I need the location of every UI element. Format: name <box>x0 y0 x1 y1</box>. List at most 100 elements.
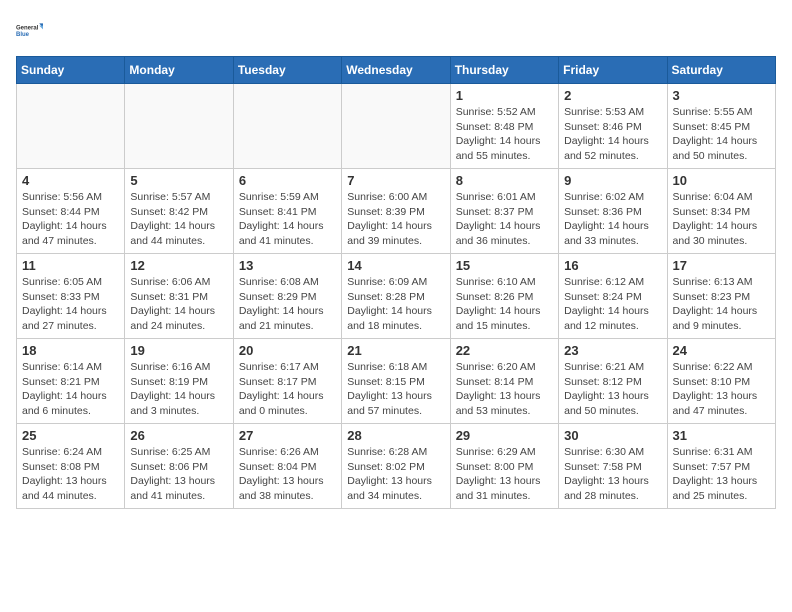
day-info: Sunrise: 5:52 AMSunset: 8:48 PMDaylight:… <box>456 105 553 164</box>
calendar-cell: 10 Sunrise: 6:04 AMSunset: 8:34 PMDayligh… <box>667 169 775 254</box>
calendar-cell <box>342 84 450 169</box>
day-info: Sunrise: 6:04 AMSunset: 8:34 PMDaylight:… <box>673 190 770 249</box>
calendar-cell: 17Sunrise: 6:13 AMSunset: 8:23 PMDayligh… <box>667 254 775 339</box>
day-number: 30 <box>564 428 661 443</box>
day-number: 23 <box>564 343 661 358</box>
day-number: 15 <box>456 258 553 273</box>
day-info: Sunrise: 6:24 AMSunset: 8:08 PMDaylight:… <box>22 445 119 504</box>
calendar-cell: 21Sunrise: 6:18 AMSunset: 8:15 PMDayligh… <box>342 339 450 424</box>
calendar-cell: 6 Sunrise: 5:59 AMSunset: 8:41 PMDaylight… <box>233 169 341 254</box>
calendar-cell: 25 Sunrise: 6:24 AMSunset: 8:08 PMDayligh… <box>17 424 125 509</box>
calendar-cell: 5 Sunrise: 5:57 AMSunset: 8:42 PMDaylight… <box>125 169 233 254</box>
week-row-3: 11 Sunrise: 6:05 AMSunset: 8:33 PMDayligh… <box>17 254 776 339</box>
day-number: 27 <box>239 428 336 443</box>
calendar-cell: 2Sunrise: 5:53 AMSunset: 8:46 PMDaylight… <box>559 84 667 169</box>
calendar-cell: 4Sunrise: 5:56 AMSunset: 8:44 PMDaylight… <box>17 169 125 254</box>
day-number: 24 <box>673 343 770 358</box>
day-info: Sunrise: 6:22 AMSunset: 8:10 PMDaylight:… <box>673 360 770 419</box>
weekday-header-wednesday: Wednesday <box>342 57 450 84</box>
day-info: Sunrise: 5:57 AMSunset: 8:42 PMDaylight:… <box>130 190 227 249</box>
day-info: Sunrise: 6:00 AMSunset: 8:39 PMDaylight:… <box>347 190 444 249</box>
day-info: Sunrise: 6:17 AMSunset: 8:17 PMDaylight:… <box>239 360 336 419</box>
calendar-table: SundayMondayTuesdayWednesdayThursdayFrid… <box>16 56 776 509</box>
day-number: 12 <box>130 258 227 273</box>
logo-icon: GeneralBlue <box>16 16 46 46</box>
day-number: 1 <box>456 88 553 103</box>
day-info: Sunrise: 6:02 AMSunset: 8:36 PMDaylight:… <box>564 190 661 249</box>
calendar-cell: 9 Sunrise: 6:02 AMSunset: 8:36 PMDaylight… <box>559 169 667 254</box>
day-info: Sunrise: 6:20 AMSunset: 8:14 PMDaylight:… <box>456 360 553 419</box>
calendar-cell: 23 Sunrise: 6:21 AMSunset: 8:12 PMDayligh… <box>559 339 667 424</box>
day-info: Sunrise: 6:28 AMSunset: 8:02 PMDaylight:… <box>347 445 444 504</box>
day-number: 6 <box>239 173 336 188</box>
calendar-cell: 30Sunrise: 6:30 AMSunset: 7:58 PMDayligh… <box>559 424 667 509</box>
day-info: Sunrise: 5:55 AMSunset: 8:45 PMDaylight:… <box>673 105 770 164</box>
day-number: 3 <box>673 88 770 103</box>
day-number: 19 <box>130 343 227 358</box>
logo: GeneralBlue <box>16 16 46 46</box>
day-number: 25 <box>22 428 119 443</box>
day-info: Sunrise: 6:09 AMSunset: 8:28 PMDaylight:… <box>347 275 444 334</box>
day-number: 10 <box>673 173 770 188</box>
day-info: Sunrise: 6:14 AMSunset: 8:21 PMDaylight:… <box>22 360 119 419</box>
day-info: Sunrise: 6:01 AMSunset: 8:37 PMDaylight:… <box>456 190 553 249</box>
day-info: Sunrise: 6:31 AMSunset: 7:57 PMDaylight:… <box>673 445 770 504</box>
day-info: Sunrise: 6:21 AMSunset: 8:12 PMDaylight:… <box>564 360 661 419</box>
calendar-cell: 22Sunrise: 6:20 AMSunset: 8:14 PMDayligh… <box>450 339 558 424</box>
calendar-cell: 8 Sunrise: 6:01 AMSunset: 8:37 PMDaylight… <box>450 169 558 254</box>
calendar-cell: 12 Sunrise: 6:06 AMSunset: 8:31 PMDayligh… <box>125 254 233 339</box>
day-info: Sunrise: 6:10 AMSunset: 8:26 PMDaylight:… <box>456 275 553 334</box>
day-info: Sunrise: 6:25 AMSunset: 8:06 PMDaylight:… <box>130 445 227 504</box>
day-info: Sunrise: 6:29 AMSunset: 8:00 PMDaylight:… <box>456 445 553 504</box>
day-number: 5 <box>130 173 227 188</box>
calendar-cell: 1 Sunrise: 5:52 AMSunset: 8:48 PMDaylight… <box>450 84 558 169</box>
calendar-cell: 14 Sunrise: 6:09 AMSunset: 8:28 PMDayligh… <box>342 254 450 339</box>
day-number: 13 <box>239 258 336 273</box>
calendar-cell <box>233 84 341 169</box>
day-info: Sunrise: 6:06 AMSunset: 8:31 PMDaylight:… <box>130 275 227 334</box>
weekday-header-friday: Friday <box>559 57 667 84</box>
weekday-header-sunday: Sunday <box>17 57 125 84</box>
calendar-cell <box>125 84 233 169</box>
calendar-cell: 24 Sunrise: 6:22 AMSunset: 8:10 PMDayligh… <box>667 339 775 424</box>
day-number: 11 <box>22 258 119 273</box>
day-number: 14 <box>347 258 444 273</box>
weekday-header-thursday: Thursday <box>450 57 558 84</box>
calendar-cell: 29 Sunrise: 6:29 AMSunset: 8:00 PMDayligh… <box>450 424 558 509</box>
week-row-1: 1 Sunrise: 5:52 AMSunset: 8:48 PMDaylight… <box>17 84 776 169</box>
day-number: 7 <box>347 173 444 188</box>
day-info: Sunrise: 6:08 AMSunset: 8:29 PMDaylight:… <box>239 275 336 334</box>
calendar-cell: 18Sunrise: 6:14 AMSunset: 8:21 PMDayligh… <box>17 339 125 424</box>
calendar-cell: 3 Sunrise: 5:55 AMSunset: 8:45 PMDaylight… <box>667 84 775 169</box>
calendar-cell: 7 Sunrise: 6:00 AMSunset: 8:39 PMDaylight… <box>342 169 450 254</box>
day-info: Sunrise: 5:59 AMSunset: 8:41 PMDaylight:… <box>239 190 336 249</box>
weekday-header-row: SundayMondayTuesdayWednesdayThursdayFrid… <box>17 57 776 84</box>
day-info: Sunrise: 6:26 AMSunset: 8:04 PMDaylight:… <box>239 445 336 504</box>
day-number: 20 <box>239 343 336 358</box>
day-number: 17 <box>673 258 770 273</box>
day-info: Sunrise: 6:05 AMSunset: 8:33 PMDaylight:… <box>22 275 119 334</box>
weekday-header-tuesday: Tuesday <box>233 57 341 84</box>
day-number: 16 <box>564 258 661 273</box>
day-number: 8 <box>456 173 553 188</box>
calendar-cell: 15 Sunrise: 6:10 AMSunset: 8:26 PMDayligh… <box>450 254 558 339</box>
calendar-cell: 26Sunrise: 6:25 AMSunset: 8:06 PMDayligh… <box>125 424 233 509</box>
day-info: Sunrise: 6:16 AMSunset: 8:19 PMDaylight:… <box>130 360 227 419</box>
week-row-2: 4Sunrise: 5:56 AMSunset: 8:44 PMDaylight… <box>17 169 776 254</box>
calendar-cell: 19 Sunrise: 6:16 AMSunset: 8:19 PMDayligh… <box>125 339 233 424</box>
calendar-cell: 11 Sunrise: 6:05 AMSunset: 8:33 PMDayligh… <box>17 254 125 339</box>
weekday-header-monday: Monday <box>125 57 233 84</box>
day-number: 2 <box>564 88 661 103</box>
page-header: GeneralBlue <box>16 16 776 46</box>
week-row-5: 25 Sunrise: 6:24 AMSunset: 8:08 PMDayligh… <box>17 424 776 509</box>
calendar-cell: 20 Sunrise: 6:17 AMSunset: 8:17 PMDayligh… <box>233 339 341 424</box>
weekday-header-saturday: Saturday <box>667 57 775 84</box>
svg-text:Blue: Blue <box>16 32 30 38</box>
calendar-cell: 31Sunrise: 6:31 AMSunset: 7:57 PMDayligh… <box>667 424 775 509</box>
day-number: 29 <box>456 428 553 443</box>
day-number: 21 <box>347 343 444 358</box>
day-info: Sunrise: 6:12 AMSunset: 8:24 PMDaylight:… <box>564 275 661 334</box>
calendar-cell <box>17 84 125 169</box>
day-number: 9 <box>564 173 661 188</box>
svg-text:General: General <box>16 25 39 31</box>
